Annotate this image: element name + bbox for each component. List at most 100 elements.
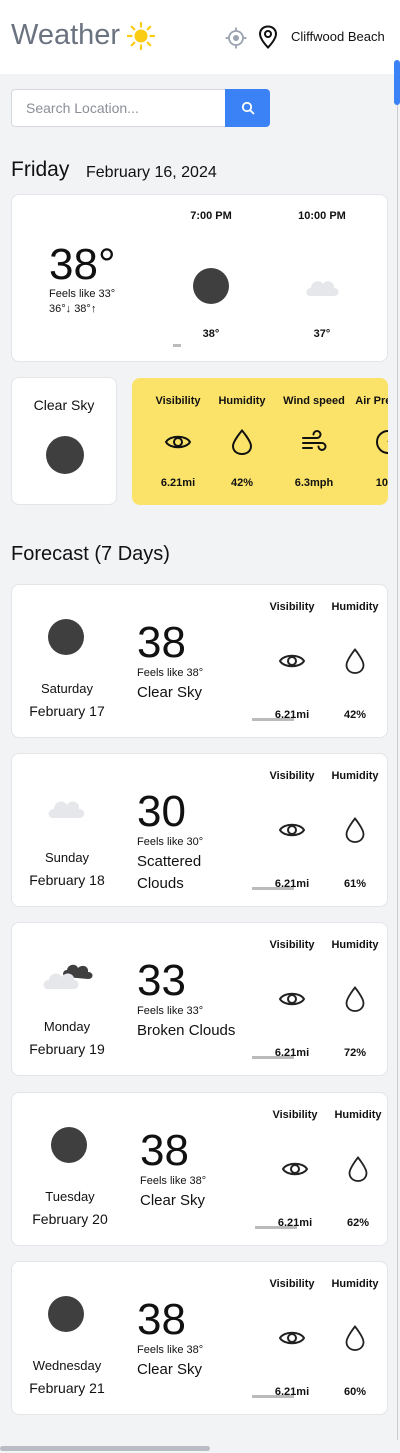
current-day: Friday (11, 158, 70, 181)
forecast-day: Saturday (40, 681, 94, 696)
hourly-item: 7:00 PM 38° (171, 210, 251, 340)
forecast-card[interactable]: Saturday February 17 38 Feels like 38° C… (11, 584, 388, 738)
visibility-bar (255, 1226, 297, 1229)
moon-dot-icon (193, 268, 229, 304)
sky-condition-card: Clear Sky (11, 377, 117, 505)
forecast-date: February 21 (29, 1380, 105, 1396)
min-max-temp: 36°↓ 38°↑ (49, 303, 97, 315)
moon-dot-icon (46, 436, 84, 474)
humidity-label: Humidity (331, 770, 379, 782)
forecast-card[interactable]: Tuesday February 20 38 Feels like 38° Cl… (11, 1092, 388, 1246)
weather-metrics-panel: Visibility 6.21mi Humidity 42% Wind spee… (132, 378, 388, 505)
eye-icon (278, 992, 306, 1006)
visibility-label: Visibility (269, 601, 315, 613)
forecast-feels-like: Feels like 38° (137, 667, 204, 679)
eye-icon (278, 823, 306, 837)
forecast-humidity: 60% (343, 1386, 367, 1398)
metric-value: 1015 (375, 477, 388, 489)
eye-icon (278, 654, 306, 668)
forecast-feels-like: Feels like 33° (137, 1005, 204, 1017)
metric-label: Visibility (155, 395, 201, 407)
metric-value: 42% (230, 477, 254, 489)
app-logo[interactable]: Weather (11, 19, 156, 52)
metric-value: 6.21mi (160, 477, 196, 489)
forecast-feels-like: Feels like 38° (140, 1175, 207, 1187)
drop-icon (348, 1156, 368, 1182)
sun-icon (126, 21, 156, 50)
cloud-icon (48, 801, 85, 818)
forecast-date: February 20 (32, 1211, 108, 1227)
current-location-icon[interactable] (225, 27, 247, 49)
humidity-label: Humidity (331, 1278, 379, 1290)
moon-dot-icon (51, 1127, 87, 1163)
visibility-bar (252, 887, 294, 890)
eye-icon (164, 435, 192, 449)
forecast-temp: 38 (140, 1126, 189, 1175)
current-weather-card: 38° Feels like 33° 36°↓ 38°↑ 7:00 PM 38°… (11, 194, 388, 362)
forecast-title: Forecast (7 Days) (11, 543, 170, 565)
forecast-humidity: 62% (346, 1217, 370, 1229)
drop-icon (231, 428, 253, 456)
app-header: Weather Cliffwood Beach (0, 0, 400, 74)
forecast-temp: 33 (137, 956, 186, 1005)
search-input[interactable] (11, 89, 225, 127)
search-icon (241, 101, 254, 115)
forecast-humidity: 42% (343, 709, 367, 721)
forecast-day: Wednesday (32, 1358, 102, 1373)
forecast-card[interactable]: Sunday February 18 30 Feels like 30° Sca… (11, 753, 388, 907)
scroll-track (397, 60, 398, 1440)
hourly-item: 10:00 PM 37° (282, 210, 362, 340)
vertical-scrollbar[interactable] (394, 60, 400, 105)
forecast-day: Monday (43, 1019, 91, 1034)
horizontal-scrollbar[interactable] (0, 1446, 210, 1451)
hour-time: 7:00 PM (190, 210, 232, 222)
visibility-bar (252, 1056, 294, 1059)
humidity-label: Humidity (331, 939, 379, 951)
wind-icon (302, 430, 327, 451)
sky-condition: Clear Sky (33, 397, 95, 413)
moon-dot-icon (48, 619, 84, 655)
app-title: Weather (11, 19, 121, 51)
search-bar (11, 89, 270, 127)
forecast-date: February 19 (29, 1041, 105, 1057)
forecast-humidity: 61% (343, 878, 367, 890)
current-date: February 16, 2024 (86, 164, 217, 181)
forecast-date: February 18 (29, 872, 105, 888)
current-temp: 38° (49, 240, 116, 289)
metric-label: Humidity (218, 395, 266, 407)
forecast-card[interactable]: Monday February 19 33 Feels like 33° Bro… (11, 922, 388, 1076)
forecast-date: February 17 (29, 703, 105, 719)
gauge-icon (376, 430, 388, 454)
visibility-label: Visibility (272, 1109, 318, 1121)
forecast-feels-like: Feels like 30° (137, 836, 204, 848)
visibility-bar (252, 1395, 294, 1398)
forecast-description: Scattered Clouds (137, 853, 202, 892)
moon-dot-icon (48, 1296, 84, 1332)
visibility-label: Visibility (269, 1278, 315, 1290)
drop-icon (345, 986, 365, 1012)
humidity-label: Humidity (334, 1109, 382, 1121)
forecast-temp: 38 (137, 618, 186, 667)
forecast-description: Broken Clouds (137, 1022, 236, 1039)
forecast-description: Clear Sky (137, 684, 203, 701)
forecast-humidity: 72% (343, 1047, 367, 1059)
drop-icon (345, 648, 365, 674)
hourly-scroll-indicator[interactable] (173, 344, 181, 347)
visibility-bar (252, 718, 294, 721)
forecast-card[interactable]: Wednesday February 21 38 Feels like 38° … (11, 1261, 388, 1415)
forecast-temp: 38 (137, 1295, 186, 1344)
forecast-feels-like: Feels like 38° (137, 1344, 204, 1356)
visibility-label: Visibility (269, 939, 315, 951)
city-name: Cliffwood Beach (291, 29, 385, 44)
hour-temp: 38° (202, 328, 220, 340)
metric-value: 6.3mph (294, 477, 334, 489)
drop-icon (345, 817, 365, 843)
broken-clouds-icon (43, 964, 93, 989)
search-button[interactable] (225, 89, 270, 127)
feels-like: Feels like 33° (49, 288, 116, 300)
hour-time: 10:00 PM (298, 210, 346, 222)
map-pin-icon (258, 25, 278, 49)
forecast-description: Clear Sky (140, 1192, 206, 1209)
eye-icon (281, 1162, 309, 1176)
forecast-day: Sunday (44, 850, 90, 865)
